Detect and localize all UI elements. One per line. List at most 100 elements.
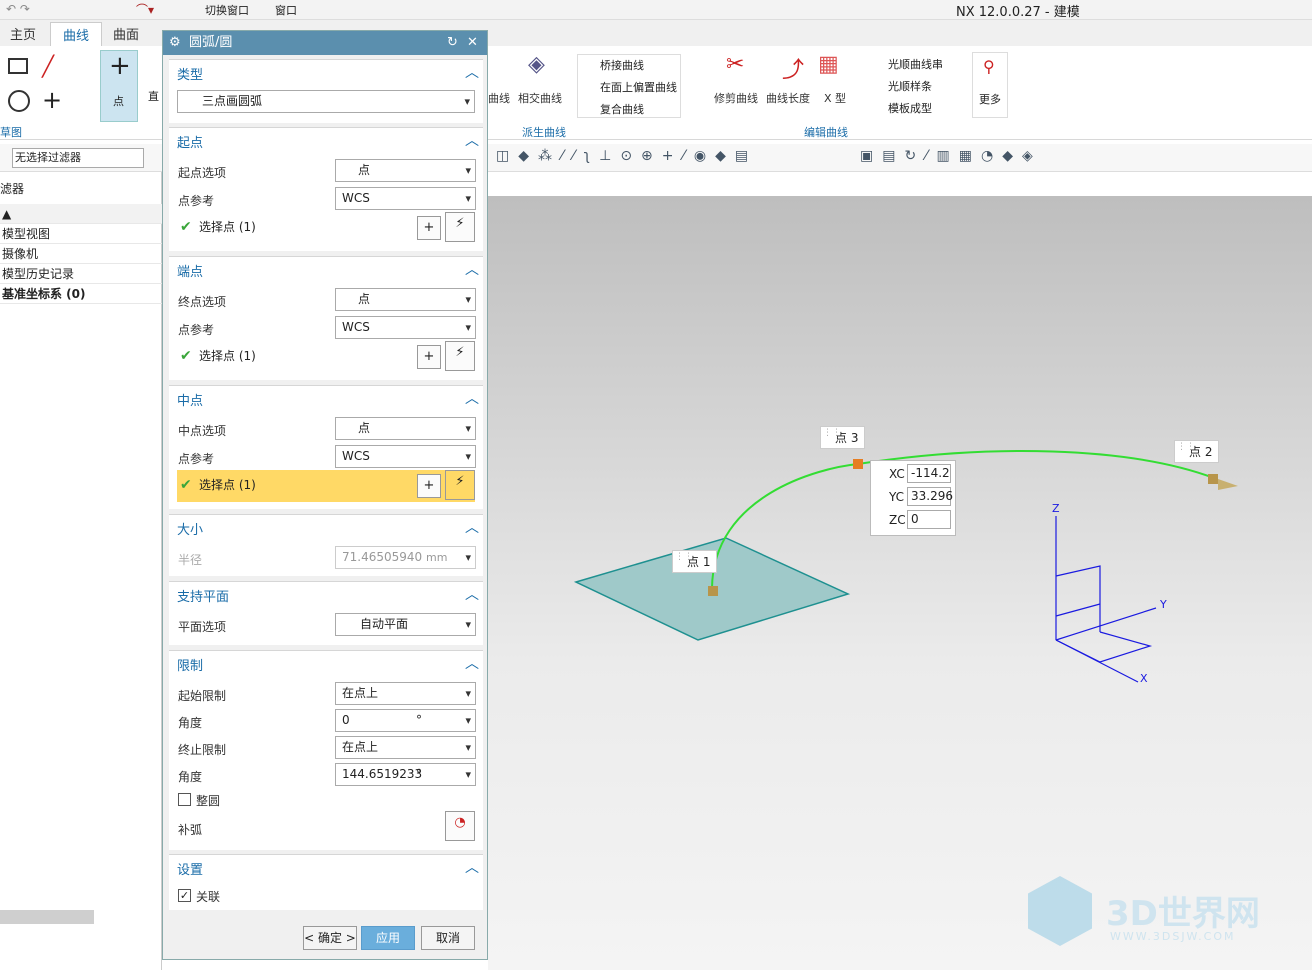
nav-row-history[interactable]: 模型历史记录 [0, 264, 162, 284]
angle1-label: 角度 [178, 716, 203, 730]
tab-home[interactable]: 主页 [10, 24, 36, 43]
more-button[interactable]: ⚲ 更多 [972, 52, 1008, 118]
window-menu[interactable]: 窗口 [275, 2, 297, 18]
iso-curve-button[interactable]: 曲线 [488, 90, 510, 106]
mid-ref-label: 点参考 [178, 452, 215, 466]
switch-window-button[interactable]: 切换窗口 [205, 2, 249, 18]
start-angle-field[interactable]: 0 ° [335, 709, 476, 732]
mid-option-label: 中点选项 [178, 424, 227, 438]
graphics-viewport[interactable]: Z Y X 点 1 点 3 点 2 XC -114.2 YC 33.296 ZC… [488, 196, 1312, 970]
reset-icon[interactable]: ↻ [447, 31, 458, 55]
settings-header: 设置 [177, 863, 204, 878]
associative-label: 关联 [196, 890, 221, 904]
bridge-curve-button[interactable]: 桥接曲线 [600, 57, 644, 73]
point-dialog-button[interactable]: + [417, 216, 441, 240]
apply-button[interactable]: 应用 [361, 926, 415, 950]
view-icons[interactable]: ▣▤↻⁄▥▦◔◆◈ [860, 148, 1042, 164]
end-ref-select[interactable]: WCS [335, 316, 476, 339]
collapse-icon[interactable]: ︿ [465, 517, 479, 537]
dialog-title: 圆弧/圆 [189, 35, 233, 50]
tab-surface[interactable]: 曲面 [113, 24, 139, 43]
offset-in-face-button[interactable]: 在面上偏置曲线 [600, 79, 677, 95]
end-limit-select[interactable]: 在点上 [335, 736, 476, 759]
section-end: 端点 ︿ 终点选项 点 点参考 WCS ✔选择点 (1) + ⚡ [169, 256, 483, 380]
snap-icons[interactable]: ◫◆⁂⁄⁄ʅ⊥⊙⊕+⁄◉◆▤ [496, 148, 757, 164]
settings-gear-icon[interactable]: ⚙ [169, 31, 181, 55]
smooth-string-button[interactable]: 光顺曲线串 [888, 56, 943, 72]
start-ref-select[interactable]: WCS [335, 187, 476, 210]
section-size: 大小 ︿ 半径 71.46505940 mm [169, 514, 483, 576]
line-icon[interactable]: ╱ [42, 54, 54, 78]
collapse-icon[interactable]: ︿ [465, 388, 479, 408]
rectangle-icon[interactable] [8, 58, 28, 74]
check-icon: ✔ [180, 348, 192, 364]
zc-field[interactable]: 0 [907, 510, 951, 529]
point-1-label: 点 1 [672, 550, 718, 573]
type-select[interactable]: 三点画圆弧 [177, 90, 475, 113]
template-button[interactable]: 模板成型 [888, 100, 932, 116]
point-2-label: 点 2 [1174, 440, 1220, 463]
inferred-point-button[interactable]: ⚡ [445, 341, 475, 371]
end-angle-field[interactable]: 144.6519233 ° [335, 763, 476, 786]
cancel-button[interactable]: 取消 [421, 926, 475, 950]
app-title: NX 12.0.0.27 - 建模 [956, 5, 1080, 20]
close-icon[interactable]: ✕ [467, 31, 478, 55]
section-limits: 限制 ︿ 起始限制 在点上 角度 0° 终止限制 在点上 角度 144.6519… [169, 650, 483, 850]
xc-field[interactable]: -114.2 [907, 464, 951, 483]
plane-option-label: 平面选项 [178, 620, 227, 634]
ok-button[interactable]: < 确定 > [303, 926, 357, 950]
collapse-icon[interactable]: ︿ [465, 259, 479, 279]
nav-scrollbar[interactable] [0, 910, 94, 924]
plus-icon[interactable]: + [42, 86, 62, 114]
end-option-select[interactable]: 点 [335, 288, 476, 311]
collapse-icon[interactable]: ︿ [465, 584, 479, 604]
dialog-titlebar[interactable]: ⚙ 圆弧/圆 ↻ ✕ [163, 31, 487, 55]
full-circle-checkbox[interactable] [178, 793, 191, 806]
complement-arc-button[interactable]: ◔ [445, 811, 475, 841]
associative-checkbox[interactable]: ✓ [178, 889, 191, 902]
radius-field[interactable]: 71.46505940 mm [335, 546, 476, 569]
nav-row-model-views[interactable]: 模型视图 [0, 224, 162, 244]
plane-option-select[interactable]: 自动平面 [335, 613, 476, 636]
collapse-icon[interactable]: ︿ [465, 130, 479, 150]
end-limit-label: 终止限制 [178, 743, 227, 757]
point-button[interactable]: + 点 [100, 50, 138, 122]
title-bar: ↶ ↷ ⌒▾ 切换窗口 窗口 NX 12.0.0.27 - 建模 [0, 0, 1312, 20]
start-option-select[interactable]: 点 [335, 159, 476, 182]
full-circle-label: 整圆 [196, 794, 221, 808]
arc-tool-icon[interactable]: ⌒▾ [136, 1, 154, 18]
selection-filter[interactable]: 无选择过滤器 [12, 148, 144, 168]
yc-field[interactable]: 33.296 [907, 487, 953, 506]
circle-icon[interactable] [8, 90, 30, 112]
navigator-header: 滤器 [0, 182, 25, 196]
end-header: 端点 [177, 265, 204, 280]
scene-svg [573, 450, 1238, 683]
inferred-point-button[interactable]: ⚡ [445, 470, 475, 500]
nav-row-datum-csys[interactable]: 基准坐标系 (0) [0, 284, 162, 304]
mid-option-select[interactable]: 点 [335, 417, 476, 440]
undo-icon[interactable]: ↶ ↷ [6, 2, 30, 16]
inferred-point-button[interactable]: ⚡ [445, 212, 475, 242]
navigator-column-header[interactable]: ▲ [0, 204, 162, 224]
composite-curve-button[interactable]: 复合曲线 [600, 101, 644, 117]
collapse-icon[interactable]: ︿ [465, 653, 479, 673]
start-limit-select[interactable]: 在点上 [335, 682, 476, 705]
smooth-spline-button[interactable]: 光顺样条 [888, 78, 932, 94]
trim-curve-button[interactable]: 修剪曲线 [714, 90, 758, 106]
group-edit: 编辑曲线 [804, 126, 848, 139]
point-label: 点 [113, 95, 124, 108]
point-dialog-button[interactable]: + [417, 474, 441, 498]
point-2-marker [1208, 474, 1218, 484]
end-ref-label: 点参考 [178, 323, 215, 337]
tab-curve[interactable]: 曲线 [50, 22, 103, 46]
collapse-icon[interactable]: ︿ [465, 62, 479, 82]
start-ref-label: 点参考 [178, 194, 215, 208]
curve-length-button[interactable]: 曲线长度 [766, 90, 810, 106]
mid-ref-select[interactable]: WCS [335, 445, 476, 468]
collapse-icon[interactable]: ︿ [465, 857, 479, 877]
point-dialog-button[interactable]: + [417, 345, 441, 369]
check-icon: ✔ [180, 219, 192, 235]
intersect-curve-button[interactable]: 相交曲线 [518, 90, 562, 106]
nav-row-cameras[interactable]: 摄像机 [0, 244, 162, 264]
x-form-button[interactable]: X 型 [824, 90, 846, 106]
